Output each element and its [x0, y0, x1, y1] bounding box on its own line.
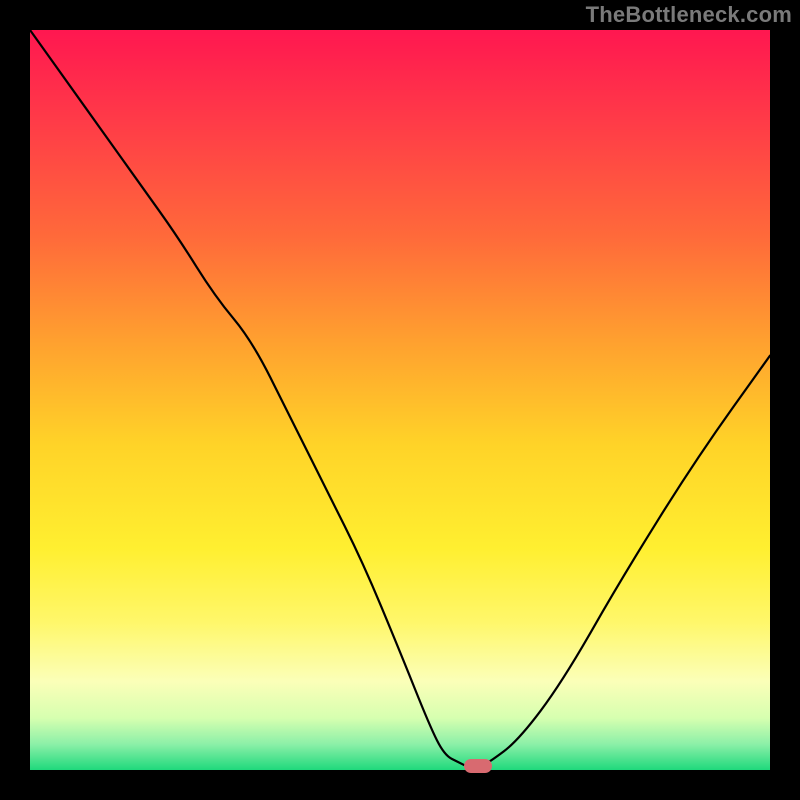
chart-frame: TheBottleneck.com: [0, 0, 800, 800]
optimal-point-marker: [464, 759, 492, 773]
watermark-text: TheBottleneck.com: [586, 2, 792, 28]
curve-svg: [30, 30, 770, 770]
plot-area: [30, 30, 770, 770]
bottleneck-curve-path: [30, 30, 770, 768]
